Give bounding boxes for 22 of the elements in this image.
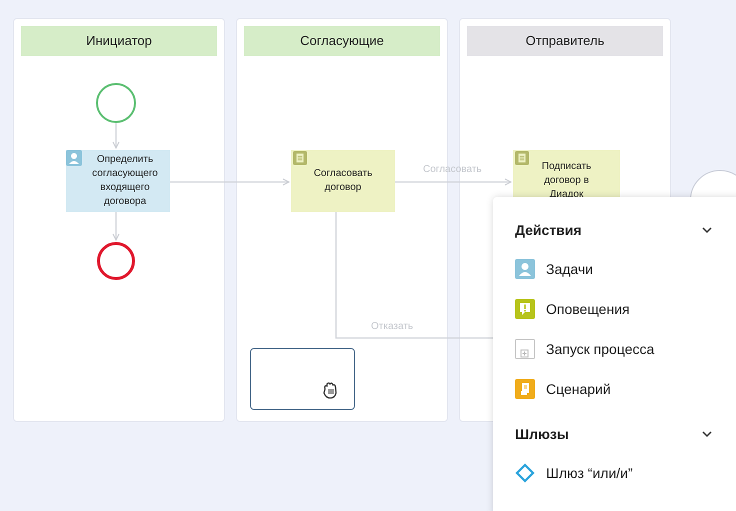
scroll-icon [515,379,535,399]
connector-arrow [112,212,120,240]
palette-item[interactable]: Сценарий [515,369,713,409]
palette-item[interactable]: Оповещения [515,289,713,329]
palette-item[interactable]: Запуск процесса [515,329,713,369]
task-label: Согласовать договор [312,167,374,195]
person-icon [66,150,82,166]
diamond-icon [515,463,535,483]
section-header[interactable]: Шлюзы [515,423,713,445]
alert-icon [515,299,535,319]
connector-label: Согласовать [423,163,482,177]
lane-header: Отправитель [467,26,663,56]
palette-item[interactable]: Шлюз “или/и” [515,453,713,493]
connector-arrow [112,123,120,148]
section-header[interactable]: Действия [515,219,713,241]
connector-label: Отказать [371,320,414,334]
person-icon [515,259,535,279]
palette-item[interactable]: Задачи [515,249,713,289]
subprocess-icon [515,339,535,359]
lane-header: Согласующие [244,26,440,56]
lane-header: Инициатор [21,26,217,56]
task-label: Определить согласующего входящего договора [91,153,159,209]
